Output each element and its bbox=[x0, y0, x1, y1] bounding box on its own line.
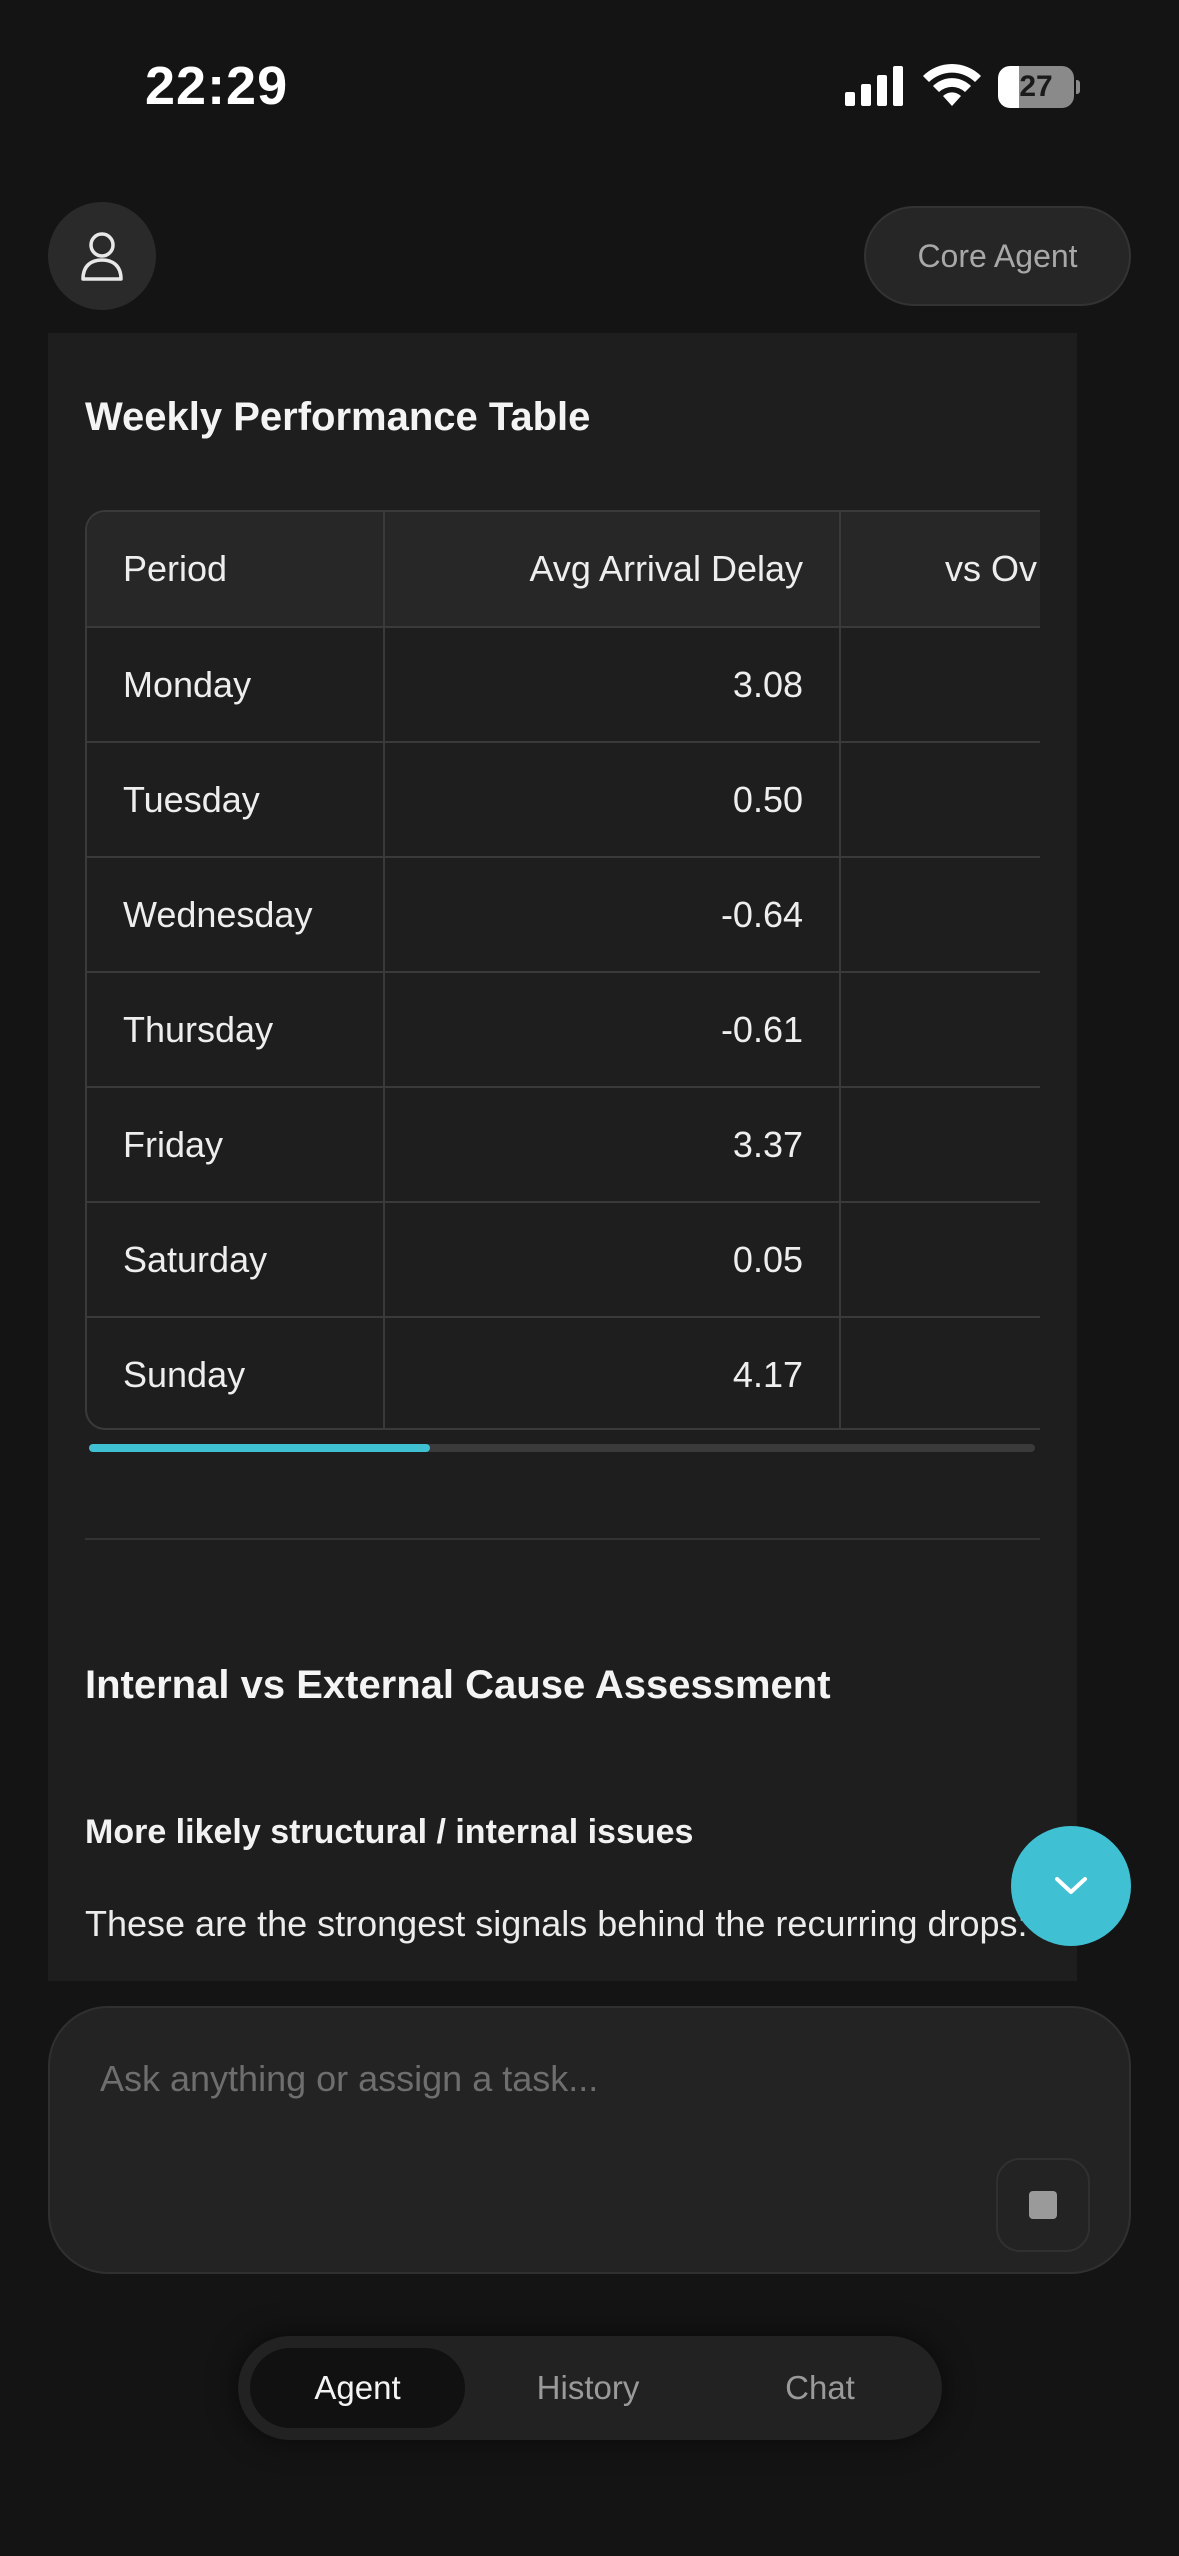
tab-chat[interactable]: Chat bbox=[720, 2348, 920, 2428]
cell-delay: 0.50 bbox=[384, 742, 841, 858]
tab-history[interactable]: History bbox=[488, 2348, 688, 2428]
assessment-subheading: More likely structural / internal issues bbox=[85, 1813, 694, 1851]
profile-button[interactable] bbox=[48, 202, 156, 310]
performance-table-container[interactable]: Period Avg Arrival Delay vs Ov Monday 3.… bbox=[85, 510, 1040, 1766]
bottom-tab-bar: Agent History Chat bbox=[238, 2336, 942, 2440]
assessment-title: Internal vs External Cause Assessment bbox=[85, 1663, 831, 1707]
agent-selector-button[interactable]: Core Agent bbox=[864, 206, 1131, 306]
table-horizontal-scrollbar[interactable] bbox=[89, 1444, 1035, 1452]
stop-icon bbox=[1029, 2191, 1057, 2219]
stop-button[interactable] bbox=[996, 2158, 1090, 2252]
table-header-row: Period Avg Arrival Delay vs Ov bbox=[87, 512, 1040, 628]
status-time: 22:29 bbox=[145, 56, 289, 116]
header-avg-arrival-delay: Avg Arrival Delay bbox=[384, 512, 841, 628]
cell-vs: - bbox=[840, 742, 1040, 858]
cell-period: Monday bbox=[87, 627, 385, 743]
cell-delay: 4.17 bbox=[384, 1317, 841, 1428]
cell-delay: 3.08 bbox=[384, 627, 841, 743]
section-divider bbox=[85, 1538, 1040, 1540]
cell-vs: - bbox=[840, 1202, 1040, 1318]
cell-period: Wednesday bbox=[87, 857, 385, 973]
chevron-down-icon bbox=[1055, 1877, 1087, 1894]
weekly-performance-table: Period Avg Arrival Delay vs Ov Monday 3.… bbox=[87, 512, 1040, 1428]
wifi-icon bbox=[923, 63, 981, 106]
status-bar: 22:29 27 bbox=[0, 0, 1179, 175]
table-scroll-area[interactable]: Period Avg Arrival Delay vs Ov Monday 3.… bbox=[85, 510, 1040, 1430]
cell-period: Friday bbox=[87, 1087, 385, 1203]
cell-vs: + bbox=[840, 1087, 1040, 1203]
person-icon bbox=[81, 232, 123, 281]
table-row: Tuesday 0.50 - bbox=[87, 742, 1040, 858]
cell-period: Tuesday bbox=[87, 742, 385, 858]
cell-delay: -0.61 bbox=[384, 972, 841, 1088]
cell-delay: 3.37 bbox=[384, 1087, 841, 1203]
header-vs-overall: vs Ov bbox=[840, 512, 1040, 628]
cell-delay: 0.05 bbox=[384, 1202, 841, 1318]
message-input[interactable]: Ask anything or assign a task... bbox=[100, 2058, 598, 2100]
battery-percentage: 27 bbox=[1019, 70, 1053, 103]
cell-delay: -0.64 bbox=[384, 857, 841, 973]
table-row: Friday 3.37 + bbox=[87, 1087, 1040, 1203]
scroll-to-bottom-button[interactable] bbox=[1011, 1826, 1131, 1946]
table-row: Thursday -0.61 - bbox=[87, 972, 1040, 1088]
table-row: Monday 3.08 + bbox=[87, 627, 1040, 743]
cell-period: Saturday bbox=[87, 1202, 385, 1318]
assessment-paragraph: These are the strongest signals behind t… bbox=[85, 1903, 1028, 1944]
message-composer[interactable]: Ask anything or assign a task... bbox=[48, 2006, 1131, 2274]
cell-period: Thursday bbox=[87, 972, 385, 1088]
table-row: Wednesday -0.64 - bbox=[87, 857, 1040, 973]
battery-icon: 27 bbox=[998, 66, 1080, 108]
app-screen: 22:29 27 Core Agent Weekly Performance T… bbox=[0, 0, 1179, 2556]
cell-vs: +: bbox=[840, 1317, 1040, 1428]
cell-period: Sunday bbox=[87, 1317, 385, 1428]
cellular-signal-icon bbox=[845, 66, 903, 106]
scrollbar-thumb[interactable] bbox=[89, 1444, 430, 1452]
cell-vs: + bbox=[840, 627, 1040, 743]
header-period: Period bbox=[87, 512, 385, 628]
cell-vs: - bbox=[840, 857, 1040, 973]
tab-agent[interactable]: Agent bbox=[250, 2348, 465, 2428]
assistant-message: Weekly Performance Table Period Avg Arri… bbox=[48, 333, 1077, 1981]
table-title: Weekly Performance Table bbox=[85, 395, 591, 439]
table-row: Saturday 0.05 - bbox=[87, 1202, 1040, 1318]
cell-vs: - bbox=[840, 972, 1040, 1088]
table-row: Sunday 4.17 +: bbox=[87, 1317, 1040, 1428]
